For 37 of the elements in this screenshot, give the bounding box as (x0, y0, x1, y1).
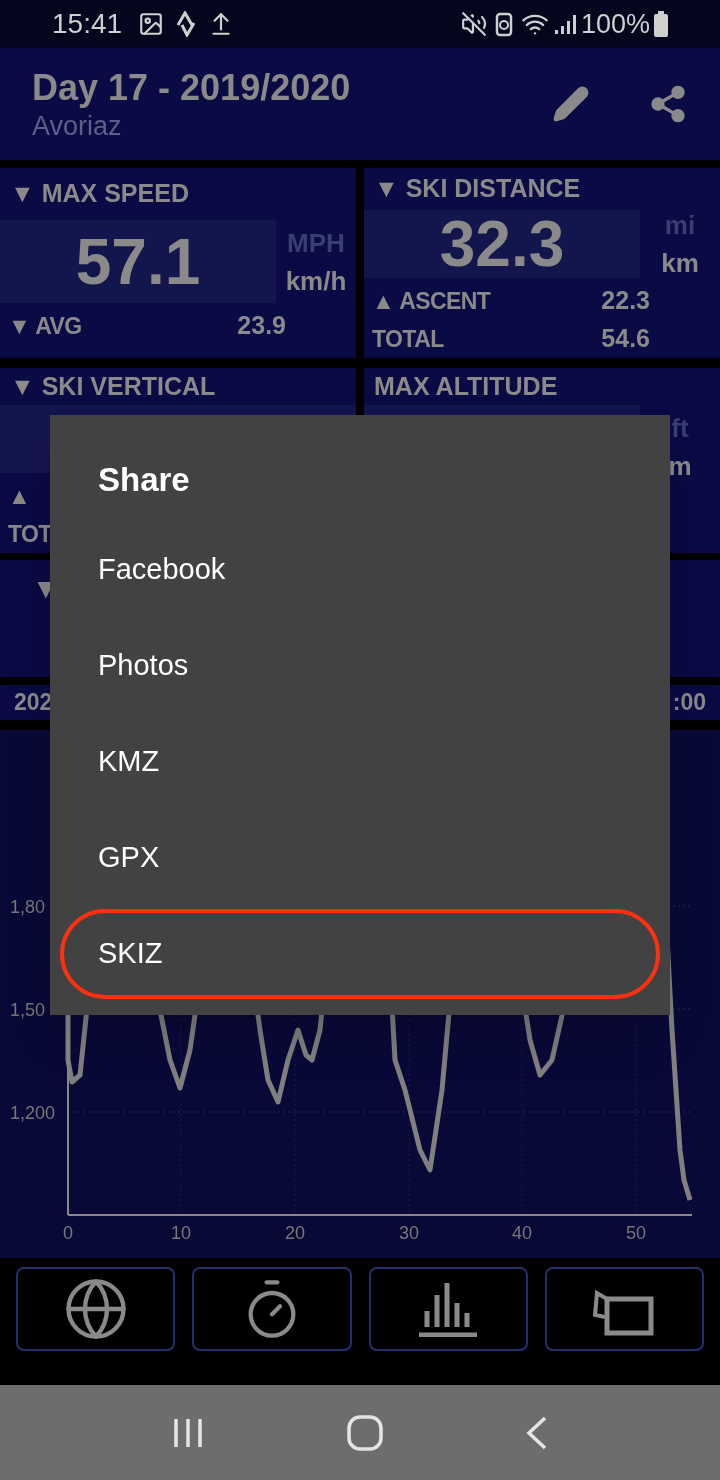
stat-value: 57.1 (75, 229, 201, 294)
panel-title: MAX ALTITUDE (374, 370, 558, 402)
x-axis-label: 40 (512, 1223, 532, 1243)
status-time: 15:41 (52, 7, 123, 41)
stat-value: 32.3 (439, 212, 565, 277)
share-option[interactable]: Facebook (50, 522, 670, 618)
x-axis-label: 10 (171, 1223, 191, 1243)
share-option[interactable]: SKIZ (60, 909, 660, 999)
x-axis-label: 0 (63, 1223, 73, 1243)
stat-label: ▼ AVG (8, 311, 82, 341)
share-option[interactable]: KMZ (50, 714, 670, 810)
stat-label: TOT (8, 519, 52, 549)
unit-option[interactable]: km/h (285, 267, 347, 294)
stat-value: 54.6 (601, 323, 650, 355)
dialog-title: Share (97, 460, 191, 501)
date-text: 202 (14, 688, 53, 718)
y-axis-label: 1,80 (10, 897, 46, 917)
x-axis-label: 50 (626, 1223, 646, 1243)
stat-value: 22.3 (601, 285, 650, 317)
stat-label: ▲ ASCENT (372, 286, 491, 316)
unit-option[interactable]: km (661, 250, 699, 277)
y-axis-label: 1,200 (10, 1103, 56, 1123)
stat-value: 23.9 (237, 310, 286, 342)
stat-label: TOTAL (372, 324, 444, 354)
x-axis-label: 30 (399, 1223, 419, 1243)
day-title: Day 17 - 2019/2020 (32, 65, 352, 110)
y-axis-label: 1,50 (10, 1000, 46, 1020)
stat-label: ▲ (8, 481, 31, 511)
panel-title: ▼ MAX SPEED (10, 178, 189, 210)
x-axis-label: 20 (285, 1223, 305, 1243)
panel-title: ▼ SKI DISTANCE (374, 173, 581, 205)
share-option[interactable]: GPX (50, 810, 670, 906)
time-text: :00 (672, 688, 706, 718)
battery-percent: 100% (580, 7, 650, 41)
panel-title: ▼ SKI VERTICAL (10, 370, 216, 402)
share-option[interactable]: Photos (50, 618, 670, 714)
resort-name: Avoriaz (32, 109, 123, 143)
